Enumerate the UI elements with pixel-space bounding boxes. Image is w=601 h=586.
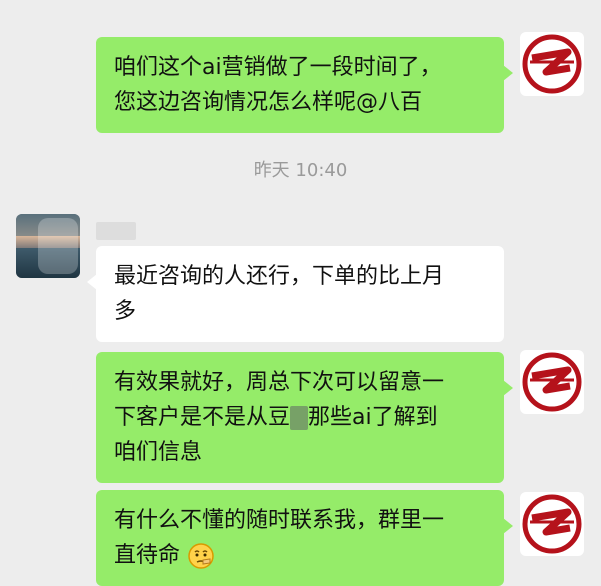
red-logo-icon (522, 494, 582, 554)
message-bubble[interactable]: 咱们这个ai营销做了一段时间了， 您这边咨询情况怎么样呢@八百 (96, 37, 513, 133)
thinking-face-emoji-icon (188, 543, 214, 569)
my-avatar[interactable] (520, 492, 584, 556)
message-timestamp: 昨天 10:40 (253, 160, 348, 181)
message-text: 最近咨询的人还行，下单的比上月 多 (114, 264, 445, 324)
message-text: 咱们这个ai营销做了一段时间了， 您这边咨询情况怎么样呢@八百 (114, 55, 442, 115)
my-avatar[interactable] (520, 350, 584, 414)
message-bubble[interactable]: 有什么不懂的随时联系我，群里一 直待命 (96, 490, 513, 586)
chat-window: 咱们这个ai营销做了一段时间了， 您这边咨询情况怎么样呢@八百 昨天 10:40… (0, 0, 601, 586)
message-bubble[interactable]: 有效果就好，周总下次可以留意一 下客户是不是从豆 那些ai了解到 咱们信息 (96, 352, 513, 483)
contact-avatar[interactable] (16, 214, 80, 278)
red-logo-icon (522, 352, 582, 412)
red-logo-icon (522, 34, 582, 94)
sender-name-redacted (96, 222, 136, 240)
censored-text (290, 406, 309, 430)
message-text: 有什么不懂的随时联系我，群里一 直待命 (114, 508, 445, 568)
message-bubble[interactable]: 最近咨询的人还行，下单的比上月 多 (87, 246, 504, 342)
my-avatar[interactable] (520, 32, 584, 96)
